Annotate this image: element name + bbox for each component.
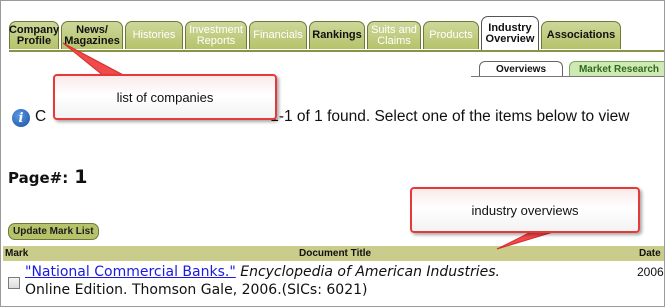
annotation-industry-overviews: industry overviews bbox=[410, 187, 640, 233]
header-document-title[interactable]: Document Title bbox=[299, 248, 371, 259]
info-icon: i bbox=[12, 109, 30, 127]
tab-histories[interactable]: Histories bbox=[125, 21, 183, 49]
subtab-overviews[interactable]: Overviews bbox=[479, 61, 563, 77]
subtab-divider bbox=[471, 76, 664, 77]
tab-industry-overview[interactable]: Industry Overview bbox=[481, 16, 539, 50]
table-header: Mark Document Title Date bbox=[3, 246, 664, 261]
tab-products[interactable]: Products bbox=[423, 21, 479, 49]
page-label: Page#: bbox=[8, 169, 69, 187]
tab-investment-reports[interactable]: Investment Reports bbox=[185, 21, 247, 49]
annotation-list-of-companies: list of companies bbox=[53, 74, 277, 120]
tab-suits-claims[interactable]: Suits and Claims bbox=[367, 21, 421, 49]
tab-associations[interactable]: Associations bbox=[541, 21, 621, 49]
table-row: "National Commercial Banks." Encyclopedi… bbox=[25, 264, 500, 280]
page-indicator: Page#: 1 bbox=[8, 166, 87, 188]
tab-news-magazines[interactable]: News/ Magazines bbox=[61, 21, 123, 49]
document-citation: Online Edition. Thomson Gale, 2006.(SICs… bbox=[25, 282, 368, 298]
subtab-market-research[interactable]: Market Research bbox=[569, 61, 664, 77]
annotation-text: list of companies bbox=[116, 89, 214, 105]
header-date[interactable]: Date bbox=[639, 248, 661, 259]
main-tab-bar: Company Profile News/ Magazines Historie… bbox=[9, 15, 664, 51]
results-summary-left: C bbox=[35, 108, 47, 125]
page-number: 1 bbox=[74, 166, 88, 188]
tab-baseline bbox=[9, 50, 664, 52]
results-summary-right: 1-1 of 1 found. Select one of the items … bbox=[270, 108, 630, 125]
row-mark-checkbox[interactable] bbox=[8, 277, 20, 289]
screenshot-frame: Company Profile News/ Magazines Historie… bbox=[0, 0, 665, 307]
document-date: 2006 bbox=[637, 265, 664, 279]
update-mark-list-button[interactable]: Update Mark List bbox=[8, 223, 99, 240]
header-mark: Mark bbox=[5, 248, 29, 259]
tab-company-profile[interactable]: Company Profile bbox=[9, 21, 59, 49]
tab-rankings[interactable]: Rankings bbox=[309, 21, 365, 49]
annotation-text: industry overviews bbox=[471, 202, 579, 218]
document-source: Encyclopedia of American Industries. bbox=[240, 264, 500, 280]
tab-financials[interactable]: Financials bbox=[249, 21, 307, 49]
document-link[interactable]: "National Commercial Banks." bbox=[25, 264, 236, 280]
